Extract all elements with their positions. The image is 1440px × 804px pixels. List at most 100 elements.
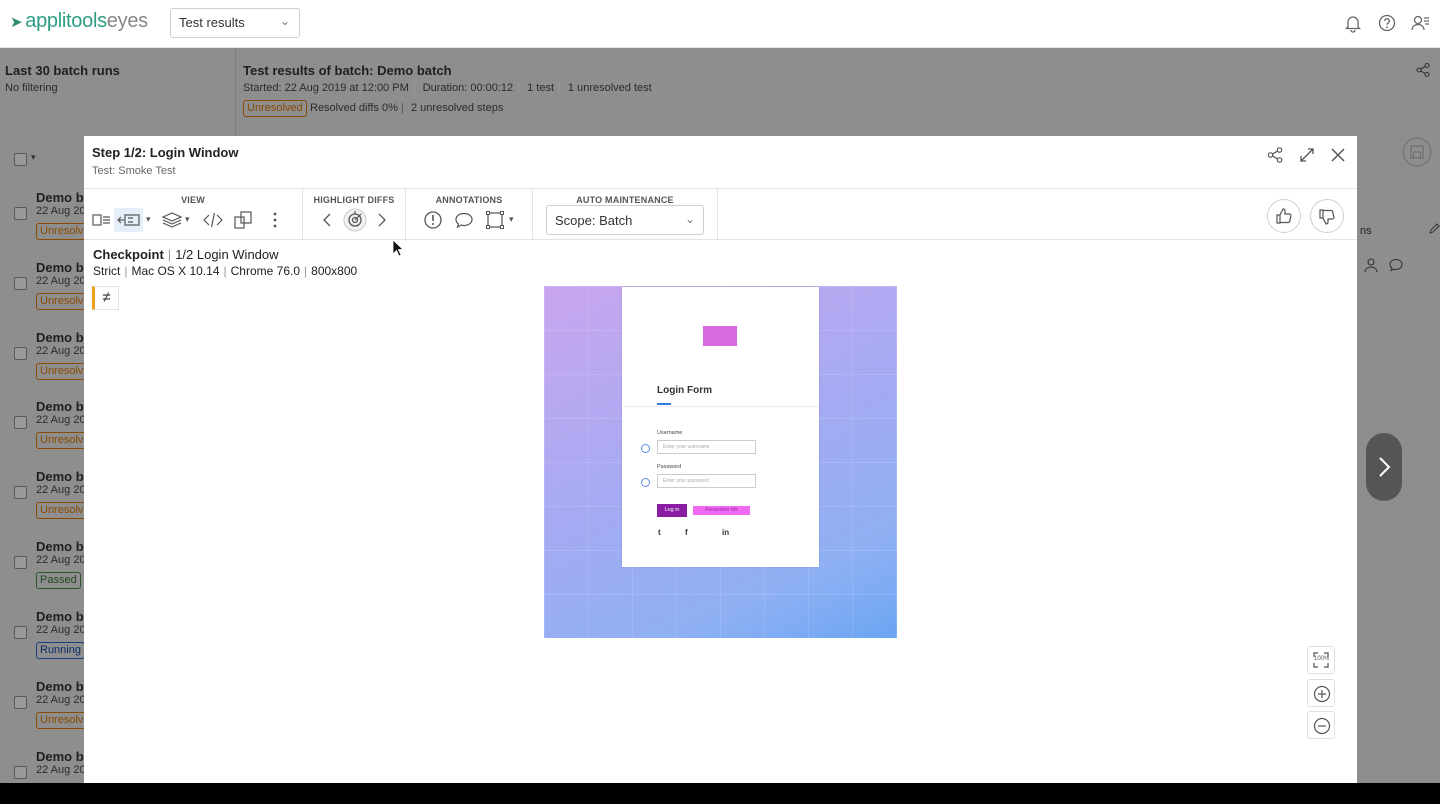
side-by-side-view-button[interactable] xyxy=(114,208,143,232)
bell-icon[interactable] xyxy=(1343,13,1363,33)
password-field: Enter your password xyxy=(657,474,756,488)
next-step-button[interactable] xyxy=(1366,433,1402,501)
batch-list-filter[interactable]: No filtering xyxy=(5,82,58,94)
row-checkbox[interactable] xyxy=(14,277,27,290)
row-checkbox[interactable] xyxy=(14,766,27,779)
mouse-cursor-icon xyxy=(392,239,404,257)
region-icon[interactable] xyxy=(484,209,506,231)
more-icon[interactable] xyxy=(264,209,286,231)
user-menu-icon[interactable] xyxy=(1410,13,1430,33)
status-badge: Unresolv xyxy=(36,223,88,240)
batch-started: Started: 22 Aug 2019 at 12:00 PM xyxy=(243,82,409,94)
row-checkbox[interactable] xyxy=(14,626,27,639)
highlighted-remember-diff: Remember Me xyxy=(693,506,750,515)
view-select-value: Test results xyxy=(179,15,245,30)
layers-icon[interactable] xyxy=(161,209,183,231)
share-icon[interactable] xyxy=(1415,62,1431,78)
chevron-down-icon[interactable]: ▾ xyxy=(185,214,190,225)
batch-unresolved-count: 1 unresolved test xyxy=(567,82,652,94)
chevron-down-icon[interactable]: ▾ xyxy=(509,214,514,225)
match-level: Strict xyxy=(93,264,121,278)
checkpoint-screenshot[interactable]: Login Form Username Enter your username … xyxy=(544,286,897,638)
top-bar: ➤ applitools eyes Test results ⌄ xyxy=(0,0,1440,48)
chevron-right-icon xyxy=(1379,457,1391,477)
previous-diff-icon[interactable] xyxy=(316,209,338,231)
batch-name: Demo ba xyxy=(36,749,91,764)
checkpoint-title: Checkpoint | 1/2 Login Window xyxy=(93,247,279,262)
single-view-icon[interactable] xyxy=(91,209,113,231)
batch-date: 22 Aug 20 xyxy=(36,205,86,217)
accept-button[interactable] xyxy=(1267,199,1301,233)
facebook-icon: f xyxy=(685,528,688,537)
issue-icon[interactable] xyxy=(422,209,444,231)
batch-name: Demo ba xyxy=(36,679,91,694)
row-checkbox[interactable] xyxy=(14,207,27,220)
status-badge: Unresolv xyxy=(36,432,88,449)
person-icon[interactable] xyxy=(1363,257,1379,273)
login-form-title: Login Form xyxy=(657,385,712,396)
diff-status-indicator[interactable]: ≠ xyxy=(92,286,119,310)
reject-button[interactable] xyxy=(1310,199,1344,233)
modal-title: Step 1/2: Login Window xyxy=(92,145,239,160)
share-icon[interactable] xyxy=(1266,146,1284,164)
comment-icon[interactable] xyxy=(1388,257,1404,273)
edit-icon[interactable] xyxy=(1428,223,1440,235)
batch-date: 22 Aug 20 xyxy=(36,484,86,496)
highlight-diffs-group: HIGHLIGHT DIFFS xyxy=(303,189,406,240)
batch-name: Demo ba xyxy=(36,260,91,275)
batch-date: 22 Aug 20 xyxy=(36,414,86,426)
login-card: Login Form Username Enter your username … xyxy=(622,287,819,567)
batch-title: Test results of batch: Demo batch xyxy=(243,63,452,78)
checkpoint-name: 1/2 Login Window xyxy=(175,247,279,262)
batch-date: 22 Aug 20 xyxy=(36,764,86,776)
twitter-icon: t xyxy=(658,528,661,537)
divider: | xyxy=(401,102,404,114)
bottom-bar xyxy=(0,783,1440,804)
zoom-in-button[interactable] xyxy=(1307,679,1335,707)
fingerprint-icon xyxy=(641,478,650,487)
save-icon[interactable] xyxy=(1402,137,1432,167)
chevron-down-icon: ⌄ xyxy=(684,212,695,226)
code-icon[interactable] xyxy=(202,209,224,231)
chevron-down-icon[interactable]: ▾ xyxy=(146,214,151,225)
login-button: Log in xyxy=(657,504,687,517)
scope-select[interactable]: Scope: Batch ⌄ xyxy=(546,205,704,235)
compare-icon[interactable] xyxy=(232,209,254,231)
row-checkbox[interactable] xyxy=(14,556,27,569)
view-group-label: VIEW xyxy=(181,195,205,205)
status-badge: Unresolv xyxy=(36,712,88,729)
checkpoint-details: Strict | Mac OS X 10.14 | Chrome 76.0 | 800x80… xyxy=(93,264,358,278)
column-header-fragment: ns xyxy=(1360,225,1372,237)
batch-test-count: 1 test xyxy=(527,82,554,94)
fit-to-screen-button[interactable]: 100% xyxy=(1307,646,1335,674)
highlight-diffs-icon[interactable] xyxy=(343,208,367,232)
select-all-checkbox[interactable] xyxy=(14,153,27,166)
close-icon[interactable] xyxy=(1329,146,1347,164)
row-checkbox[interactable] xyxy=(14,416,27,429)
view-select[interactable]: Test results ⌄ xyxy=(170,8,300,38)
password-label: Password xyxy=(657,464,682,470)
logo-arrow-icon: ➤ xyxy=(10,13,23,31)
thumbs-down-icon xyxy=(1319,209,1335,225)
expand-icon[interactable] xyxy=(1298,146,1316,164)
batch-unresolved-steps: 2 unresolved steps xyxy=(411,102,504,114)
remark-icon[interactable] xyxy=(453,209,475,231)
step-modal: Step 1/2: Login Window Test: Smoke Test … xyxy=(84,136,1357,783)
batch-status-badge: Unresolved xyxy=(243,100,307,117)
zoom-in-icon xyxy=(1313,685,1331,703)
row-checkbox[interactable] xyxy=(14,347,27,360)
row-checkbox[interactable] xyxy=(14,486,27,499)
highlight-group-label: HIGHLIGHT DIFFS xyxy=(313,195,395,205)
batch-meta: Started: 22 Aug 2019 at 12:00 PM | Durati… xyxy=(243,82,652,94)
next-diff-icon[interactable] xyxy=(371,209,393,231)
os-name: Mac OS X 10.14 xyxy=(131,264,220,278)
batch-resolved: Resolved diffs 0% xyxy=(310,102,398,114)
chevron-down-icon: ⌄ xyxy=(279,14,290,28)
row-checkbox[interactable] xyxy=(14,696,27,709)
batch-date: 22 Aug 20 xyxy=(36,624,86,636)
zoom-out-button[interactable] xyxy=(1307,711,1335,739)
help-icon[interactable] xyxy=(1377,13,1397,33)
modal-header: Step 1/2: Login Window Test: Smoke Test xyxy=(84,136,1357,189)
chevron-down-icon[interactable]: ▾ xyxy=(31,152,36,163)
applitools-logo[interactable]: ➤ applitools eyes xyxy=(10,10,148,33)
